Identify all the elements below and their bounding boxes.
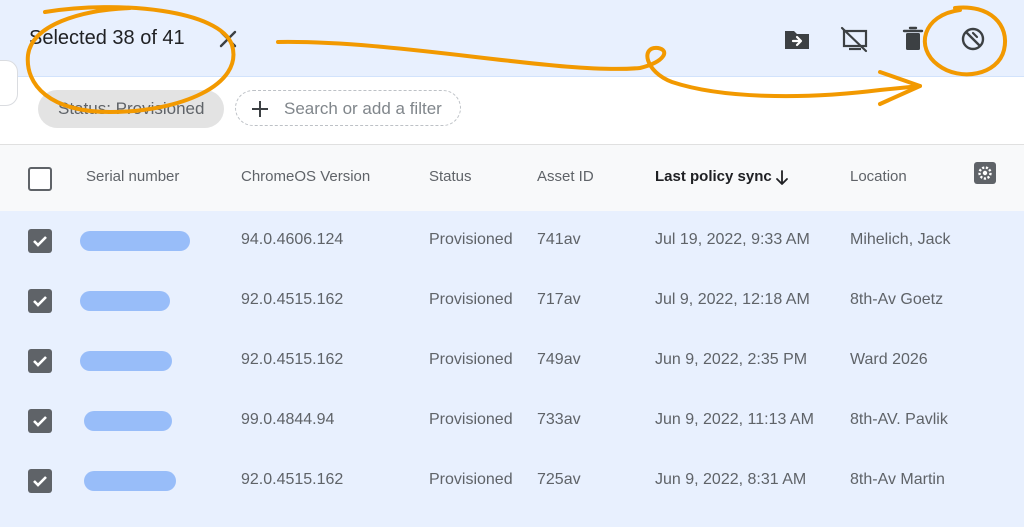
cell-status: Provisioned: [429, 411, 513, 428]
cell-status: Provisioned: [429, 471, 513, 488]
cell-asset-id: 741av: [537, 231, 581, 248]
column-header-status[interactable]: Status: [429, 168, 472, 185]
table-row[interactable]: 92.0.4515.162 Provisioned 749av Jun 9, 2…: [0, 331, 1024, 392]
table-row[interactable]: 94.0.4606.124 Provisioned 741av Jul 19, …: [0, 211, 1024, 272]
selection-bar: Selected 38 of 41: [0, 0, 1024, 77]
move-to-folder-icon: [785, 31, 809, 49]
check-icon: [33, 296, 47, 307]
cell-asset-id: 733av: [537, 411, 581, 428]
clear-selection-button[interactable]: [216, 27, 240, 51]
cell-location: 8th-Av Goetz: [850, 291, 944, 308]
disable-device-button[interactable]: [839, 24, 869, 54]
cell-location: Ward 2026: [850, 351, 928, 368]
cell-version: 99.0.4844.94: [241, 411, 335, 428]
gear-icon: [974, 162, 996, 184]
cell-status: Provisioned: [429, 291, 513, 308]
redacted-serial: [80, 351, 172, 371]
row-checkbox[interactable]: [28, 409, 52, 433]
add-filter-input[interactable]: Search or add a filter: [235, 90, 461, 126]
arrow-down-icon[interactable]: [774, 169, 790, 187]
row-checkbox[interactable]: [28, 469, 52, 493]
status-filter-chip[interactable]: Status: Provisioned: [38, 90, 225, 128]
redacted-serial: [84, 411, 172, 431]
check-icon: [33, 476, 47, 487]
row-checkbox[interactable]: [28, 229, 52, 253]
table-row[interactable]: 99.0.4844.94 Provisioned 733av Jun 9, 20…: [0, 391, 1024, 452]
cell-asset-id: 717av: [537, 291, 581, 308]
cell-status: Provisioned: [429, 231, 513, 248]
cell-location: 8th-AV. Pavlik: [850, 411, 948, 428]
redacted-serial: [80, 231, 190, 251]
cell-last-sync: Jul 9, 2022, 12:18 AM: [655, 291, 810, 308]
deprovision-button[interactable]: [958, 24, 988, 54]
column-header-location[interactable]: Location: [850, 168, 907, 185]
deprovision-icon: [961, 27, 985, 51]
cell-location: Mihelich, Jack: [850, 231, 951, 248]
cell-last-sync: Jun 9, 2022, 2:35 PM: [655, 351, 808, 368]
side-panel-toggle[interactable]: [0, 60, 18, 106]
column-header-serial-number[interactable]: Serial number: [86, 168, 179, 185]
cell-location: 8th-Av Martin: [850, 471, 945, 488]
cell-version: 92.0.4515.162: [241, 291, 344, 308]
select-all-checkbox[interactable]: [28, 167, 52, 191]
row-checkbox[interactable]: [28, 289, 52, 313]
cell-last-sync: Jun 9, 2022, 8:31 AM: [655, 471, 807, 488]
check-icon: [33, 356, 47, 367]
add-filter-placeholder: Search or add a filter: [284, 99, 442, 118]
delete-button[interactable]: [898, 24, 928, 54]
cell-version: 92.0.4515.162: [241, 351, 344, 368]
check-icon: [33, 416, 47, 427]
check-icon: [33, 236, 47, 247]
plus-icon: [252, 101, 268, 117]
disable-device-icon: [840, 26, 868, 53]
cell-status: Provisioned: [429, 351, 513, 368]
delete-icon: [902, 26, 924, 50]
cell-asset-id: 749av: [537, 351, 581, 368]
column-settings-button[interactable]: [974, 162, 996, 184]
cell-last-sync: Jun 9, 2022, 11:13 AM: [655, 411, 814, 428]
redacted-serial: [84, 471, 176, 491]
row-checkbox[interactable]: [28, 349, 52, 373]
redacted-serial: [80, 291, 170, 311]
cell-asset-id: 725av: [537, 471, 581, 488]
close-icon: [219, 30, 237, 48]
status-filter-chip-label: Status: Provisioned: [58, 99, 205, 118]
cell-last-sync: Jul 19, 2022, 9:33 AM: [655, 231, 810, 248]
selection-count: Selected 38 of 41: [29, 27, 185, 49]
column-header-last-policy-sync[interactable]: Last policy sync: [655, 168, 772, 185]
table-header: Serial number ChromeOS Version Status As…: [0, 144, 1024, 212]
column-header-asset-id[interactable]: Asset ID: [537, 168, 594, 185]
cell-version: 92.0.4515.162: [241, 471, 344, 488]
table-row[interactable]: 92.0.4515.162 Provisioned 725av Jun 9, 2…: [0, 451, 1024, 512]
table-row[interactable]: 92.0.4515.162 Provisioned 717av Jul 9, 2…: [0, 271, 1024, 332]
table-row-partial: [0, 511, 1024, 527]
column-header-chromeos-version[interactable]: ChromeOS Version: [241, 168, 370, 185]
move-to-folder-button[interactable]: [782, 24, 812, 54]
cell-version: 94.0.4606.124: [241, 231, 344, 248]
